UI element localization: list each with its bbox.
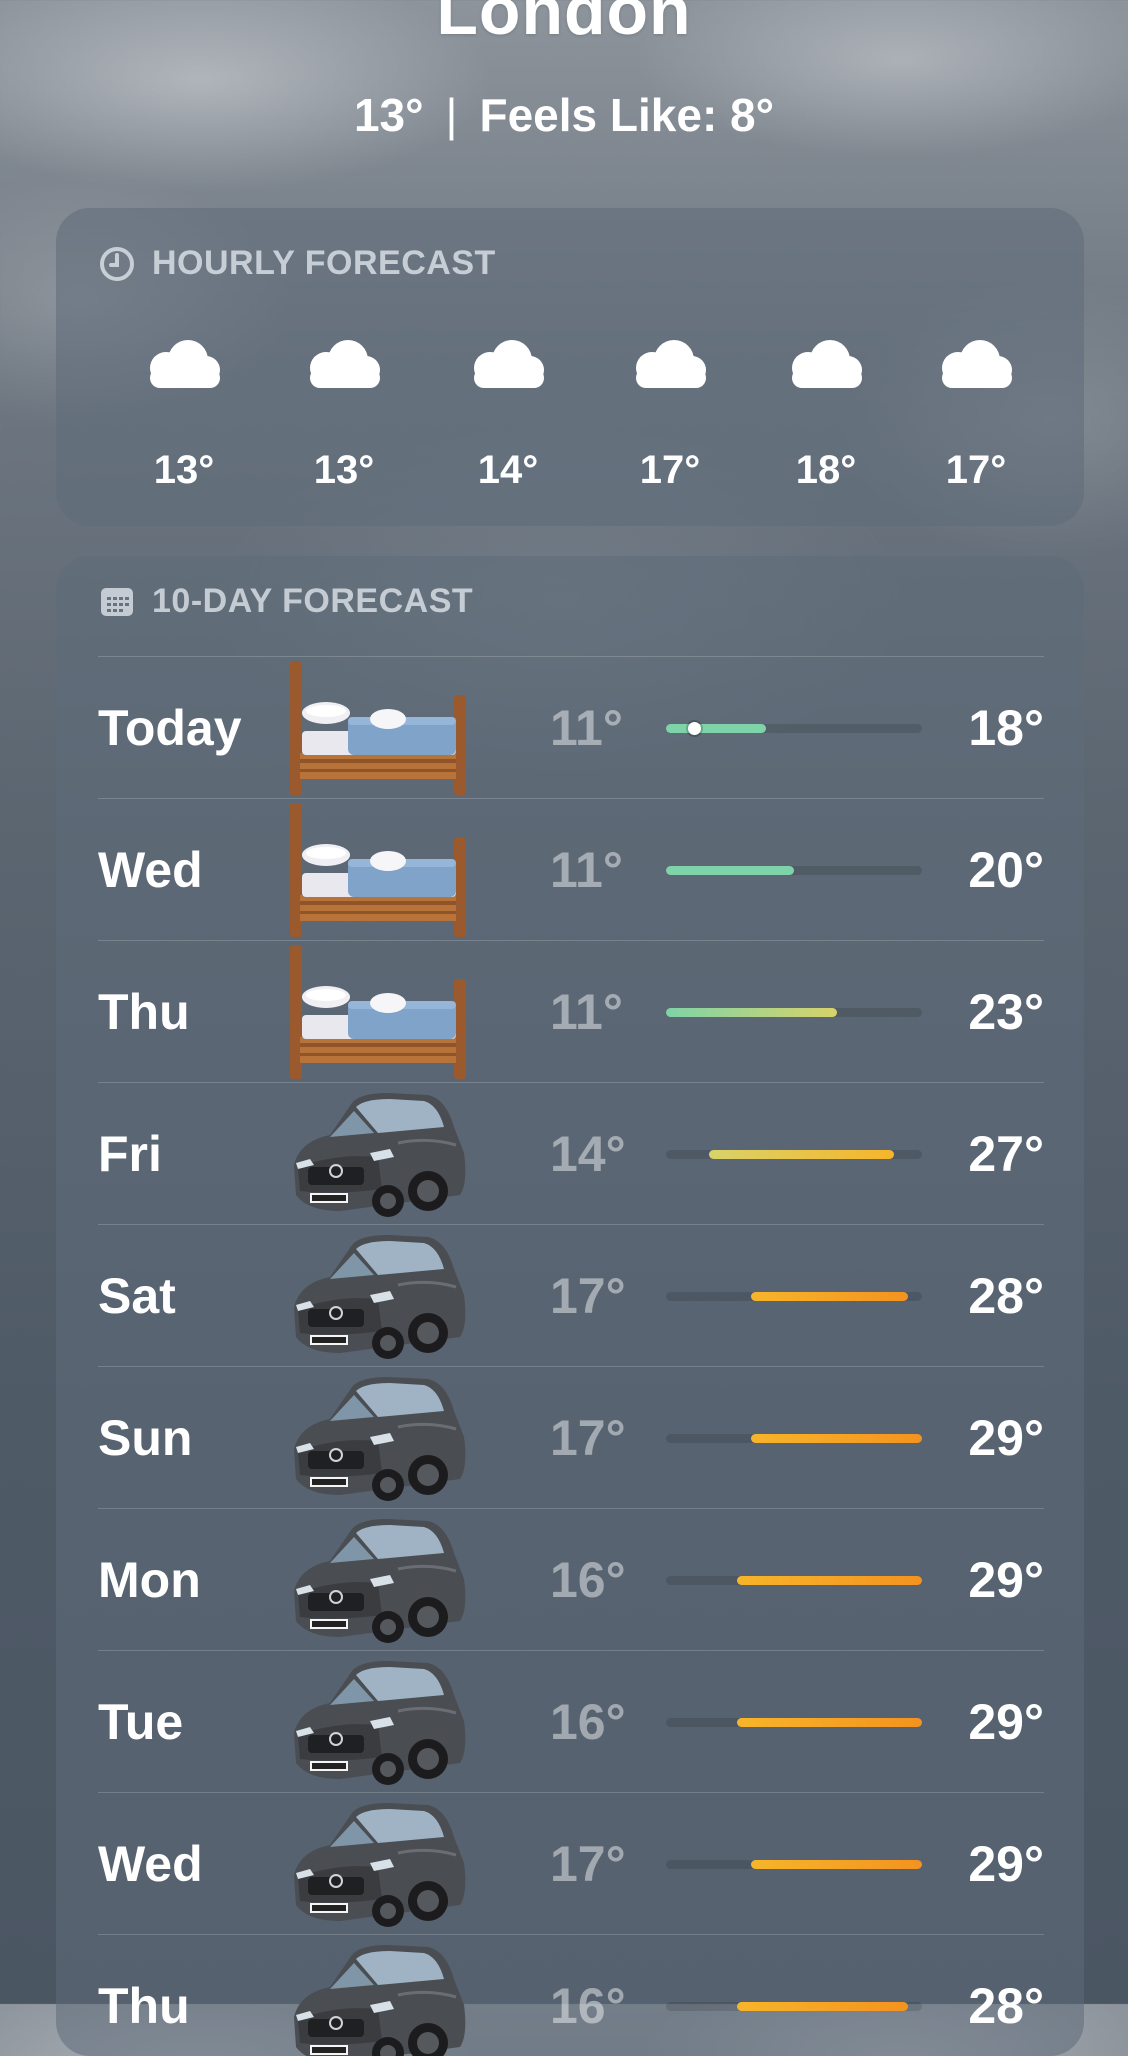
hourly-forecast-panel[interactable]: HOURLY FORECAST 13° 13° 14° 17° 18° 17° 17	[56, 208, 1084, 526]
feels-like: Feels Like: 8°	[479, 89, 775, 141]
hourly-forecast-title: HOURLY FORECAST	[152, 244, 496, 282]
temp-range-bar	[666, 1718, 922, 1727]
car-image	[278, 1651, 478, 1793]
temp-range-fill	[666, 866, 794, 875]
separator: |	[445, 89, 458, 141]
temp-range-bar	[666, 1434, 922, 1443]
day-label: Mon	[98, 1552, 201, 1608]
car-image	[278, 1509, 478, 1651]
bed-image	[278, 799, 478, 941]
low-temp: 17°	[550, 1268, 626, 1324]
temp-range-fill	[737, 1576, 922, 1585]
forecast-day-row[interactable]: Sun 17° 29°	[98, 1366, 1044, 1509]
forecast-day-row[interactable]: Thu 16° 28°	[98, 1934, 1044, 2056]
temp-range-bar	[666, 1292, 922, 1301]
high-temp: 20°	[968, 842, 1044, 898]
forecast-day-row[interactable]: Sat 17° 28°	[98, 1224, 1044, 1367]
forecast-day-row[interactable]: Wed 11° 20°	[98, 798, 1044, 941]
clock-icon	[100, 246, 134, 281]
low-temp: 16°	[550, 1552, 626, 1608]
temp-range-fill	[708, 1150, 894, 1159]
bed-image	[278, 941, 478, 1083]
temp-range-bar	[666, 722, 922, 735]
hourly-temp: 18°	[795, 448, 857, 492]
car-image	[278, 1225, 478, 1367]
temp-range-fill	[751, 1292, 908, 1301]
cloud-icon	[1060, 338, 1084, 390]
low-temp: 11°	[550, 700, 623, 756]
high-temp: 23°	[968, 984, 1044, 1040]
current-temp-dot	[688, 722, 702, 735]
temp-range-bar	[666, 1150, 922, 1159]
current-temp: 13°	[353, 89, 424, 141]
cloud-icon	[284, 338, 404, 390]
temp-range-bar	[666, 1576, 922, 1585]
forecast-day-row[interactable]: Today 11° 18°	[98, 656, 1044, 799]
hourly-temp: 17	[1060, 448, 1084, 493]
low-temp: 14°	[550, 1126, 626, 1182]
temp-range-bar	[666, 1860, 922, 1869]
hourly-temp: 14°	[477, 448, 539, 492]
temp-range-fill	[737, 2002, 908, 2011]
high-temp: 29°	[968, 1836, 1044, 1892]
low-temp: 17°	[550, 1836, 626, 1892]
day-label: Thu	[98, 1978, 190, 2034]
car-image	[278, 1083, 478, 1225]
forecast-day-row[interactable]: Tue 16° 29°	[98, 1650, 1044, 1793]
high-temp: 29°	[968, 1552, 1044, 1608]
high-temp: 18°	[968, 700, 1044, 756]
high-temp: 29°	[968, 1410, 1044, 1466]
day-label: Wed	[98, 842, 203, 898]
temp-range-fill	[751, 1434, 922, 1443]
high-temp: 27°	[968, 1126, 1044, 1182]
hourly-temp: 17°	[639, 448, 701, 492]
hourly-temp: 17°	[945, 448, 1007, 492]
day-label: Today	[98, 700, 242, 756]
cloud-icon	[610, 338, 730, 390]
forecast-day-row[interactable]: Mon 16° 29°	[98, 1508, 1044, 1651]
temp-range-bar	[666, 2002, 922, 2011]
high-temp: 28°	[968, 1268, 1044, 1324]
low-temp: 11°	[550, 842, 623, 898]
current-conditions: 13° | Feels Like: 8°	[0, 88, 1128, 142]
temp-range-fill	[666, 724, 766, 733]
hourly-temp: 13°	[153, 448, 215, 492]
bed-image	[278, 657, 478, 799]
ten-day-forecast-panel[interactable]: 10-DAY FORECAST Today 11° 18° Wed 11° 20° Thu 1…	[56, 556, 1084, 2056]
high-temp: 29°	[968, 1694, 1044, 1750]
day-label: Tue	[98, 1694, 184, 1750]
temp-range-bar	[666, 1008, 922, 1017]
high-temp: 28°	[968, 1978, 1044, 2034]
car-image	[278, 1367, 478, 1509]
low-temp: 16°	[550, 1978, 626, 2034]
cloud-icon	[766, 338, 886, 390]
low-temp: 17°	[550, 1410, 626, 1466]
day-label: Fri	[98, 1126, 162, 1182]
temp-range-fill	[737, 1718, 922, 1727]
calendar-icon	[101, 587, 133, 616]
cloud-icon	[448, 338, 568, 390]
ten-day-forecast-title: 10-DAY FORECAST	[152, 582, 474, 620]
day-label: Sun	[98, 1410, 193, 1466]
temp-range-fill	[751, 1860, 922, 1869]
cloud-icon	[916, 338, 1036, 390]
hourly-temp: 13°	[313, 448, 375, 492]
day-label: Thu	[98, 984, 190, 1040]
cloud-icon	[124, 338, 244, 390]
forecast-day-row[interactable]: Wed 17° 29°	[98, 1792, 1044, 1935]
day-label: Sat	[98, 1268, 176, 1324]
low-temp: 11°	[550, 984, 623, 1040]
ten-day-forecast-header: 10-DAY FORECAST	[98, 582, 473, 621]
temp-range-bar	[666, 866, 922, 875]
forecast-day-row[interactable]: Fri 14° 27°	[98, 1082, 1044, 1225]
day-label: Wed	[98, 1836, 203, 1892]
low-temp: 16°	[550, 1694, 626, 1750]
city-name: London	[436, 0, 692, 49]
temp-range-fill	[666, 1008, 837, 1017]
car-image	[278, 1935, 478, 2056]
hourly-forecast-header: HOURLY FORECAST	[98, 244, 496, 283]
car-image	[278, 1793, 478, 1935]
forecast-day-row[interactable]: Thu 11° 23°	[98, 940, 1044, 1083]
